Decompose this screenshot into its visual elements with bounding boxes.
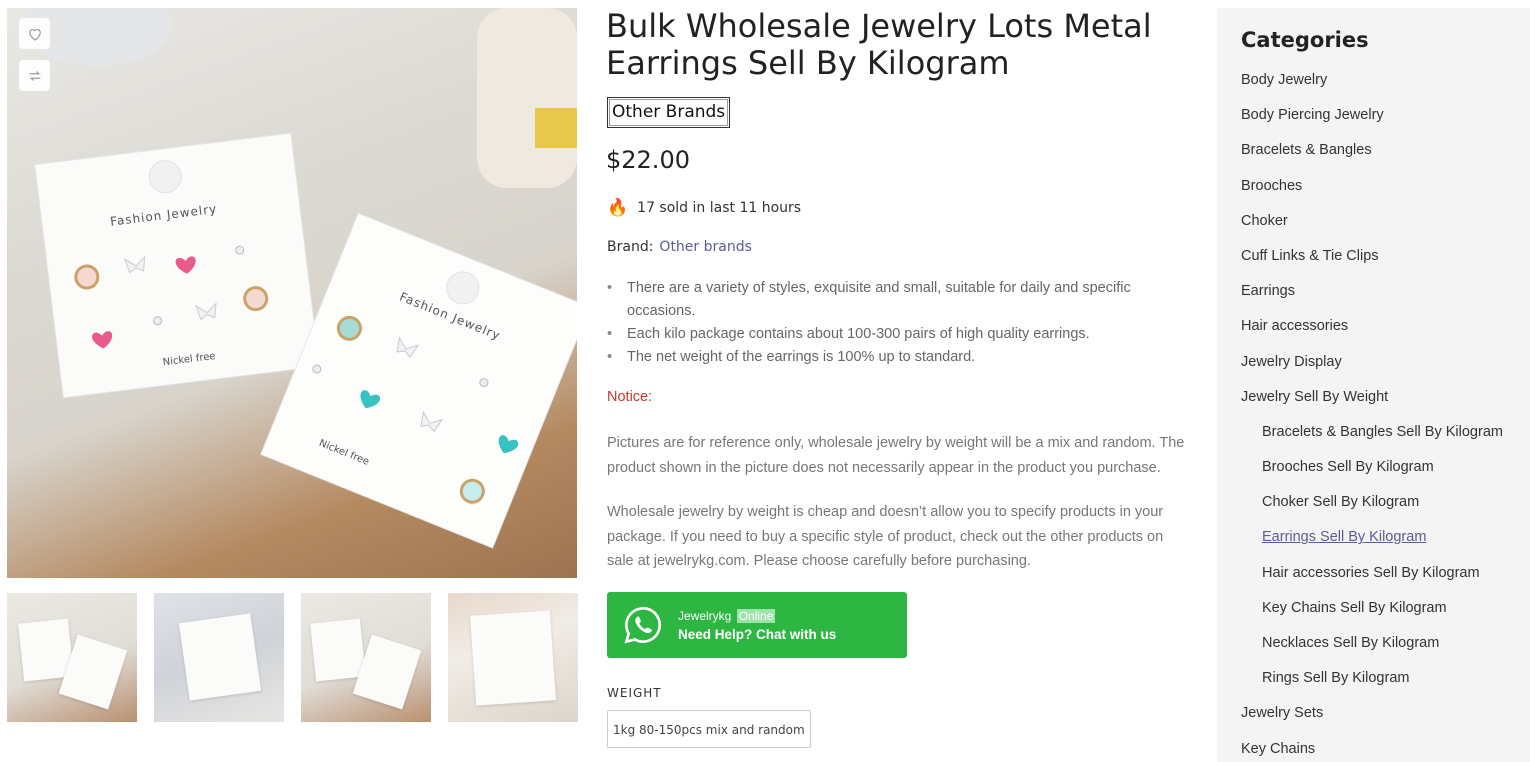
category-item[interactable]: Body Jewelry — [1241, 71, 1503, 106]
earring-cards-photo: Fashion Jewelry Nickel free Fashion Jewe… — [22, 8, 577, 549]
chat-cta-label: Need Help? Chat with us — [678, 626, 837, 642]
subcategory-item[interactable]: Key Chains Sell By Kilogram — [1241, 599, 1503, 634]
categories-title: Categories — [1241, 28, 1369, 52]
sold-counter: 🔥 17 sold in last 11 hours — [607, 198, 801, 218]
category-item[interactable]: Hair accessories — [1241, 317, 1503, 352]
thumbnail-1[interactable] — [7, 593, 137, 722]
category-label[interactable]: Jewelry Display — [1241, 354, 1342, 370]
subcategory-item[interactable]: Choker Sell By Kilogram — [1241, 493, 1503, 528]
brand-label: Brand: — [607, 239, 654, 255]
category-item[interactable]: Cuff Links & Tie Clips — [1241, 247, 1503, 282]
categories-sidebar: Categories Body Jewelry Body Piercing Je… — [1217, 8, 1530, 762]
category-label[interactable]: Bracelets & Bangles — [1241, 142, 1372, 158]
category-item[interactable]: Jewelry Sets — [1241, 704, 1503, 739]
category-item[interactable]: Body Piercing Jewelry — [1241, 106, 1503, 141]
thumbnail-3[interactable] — [301, 593, 431, 722]
category-label[interactable]: Key Chains Sell By Kilogram — [1262, 600, 1447, 616]
subcategory-item[interactable]: Rings Sell By Kilogram — [1241, 669, 1503, 704]
subcategory-item[interactable]: Bracelets & Bangles Sell By Kilogram — [1241, 423, 1503, 458]
category-label[interactable]: Brooches — [1241, 178, 1302, 194]
compare-icon — [29, 70, 40, 81]
brand-link[interactable]: Other brands — [659, 239, 751, 255]
notice-paragraph-1: Pictures are for reference only, wholesa… — [607, 435, 1185, 476]
category-label[interactable]: Hair accessories Sell By Kilogram — [1262, 565, 1480, 581]
feature-item: The net weight of the earrings is 100% u… — [607, 346, 1167, 369]
category-label[interactable]: Choker — [1241, 213, 1288, 229]
heart-icon — [28, 28, 41, 41]
category-item[interactable]: Jewelry Sell By Weight — [1241, 388, 1503, 423]
notice-paragraph-2: Wholesale jewelry by weight is cheap and… — [607, 504, 1164, 569]
category-item[interactable]: Choker — [1241, 212, 1503, 247]
subcategory-item[interactable]: Brooches Sell By Kilogram — [1241, 458, 1503, 493]
whatsapp-chat-button[interactable]: Jewelrykg Online Need Help? Chat with us — [607, 592, 907, 658]
product-price: $22.00 — [606, 146, 690, 174]
category-list: Body Jewelry Body Piercing Jewelry Brace… — [1241, 71, 1503, 762]
category-label[interactable]: Necklaces Sell By Kilogram — [1262, 635, 1439, 651]
subcategory-item[interactable]: Hair accessories Sell By Kilogram — [1241, 564, 1503, 599]
add-to-wishlist-button[interactable] — [19, 18, 50, 49]
category-label[interactable]: Cuff Links & Tie Clips — [1241, 248, 1379, 264]
category-label[interactable]: Earrings — [1241, 283, 1295, 299]
compare-button[interactable] — [19, 60, 50, 91]
notice-label: Notice: — [607, 389, 653, 405]
category-label[interactable]: Earrings Sell By Kilogram — [1262, 529, 1426, 545]
category-label[interactable]: Body Piercing Jewelry — [1241, 107, 1384, 123]
weight-label: WEIGHT — [607, 686, 662, 700]
category-item[interactable]: Jewelry Display — [1241, 353, 1503, 388]
thumbnail-strip — [7, 593, 578, 723]
category-label[interactable]: Rings Sell By Kilogram — [1262, 670, 1409, 686]
chat-agent-name: Jewelrykg — [678, 608, 732, 623]
feature-item: There are a variety of styles, exquisite… — [607, 277, 1167, 323]
category-label[interactable]: Jewelry Sets — [1241, 705, 1323, 721]
thumbnail-4[interactable] — [448, 593, 578, 722]
category-label[interactable]: Body Jewelry — [1241, 72, 1327, 88]
category-item[interactable]: Brooches — [1241, 177, 1503, 212]
weight-option-button[interactable]: 1kg 80-150pcs mix and random — [607, 710, 811, 748]
whatsapp-icon — [624, 607, 662, 644]
main-product-image[interactable]: Fashion Jewelry Nickel free Fashion Jewe… — [7, 8, 577, 578]
subcategory-item[interactable]: Necklaces Sell By Kilogram — [1241, 634, 1503, 669]
category-label[interactable]: Brooches Sell By Kilogram — [1262, 459, 1434, 475]
category-label[interactable]: Key Chains — [1241, 741, 1315, 757]
product-title: Bulk Wholesale Jewelry Lots Metal Earrin… — [606, 7, 1152, 82]
category-item[interactable]: Earrings — [1241, 282, 1503, 317]
brand-badge[interactable]: Other Brands — [607, 97, 731, 128]
brand-line: Brand: Other brands — [607, 239, 752, 255]
sold-text: 17 sold in last 11 hours — [637, 200, 802, 216]
category-label[interactable]: Jewelry Sell By Weight — [1241, 389, 1388, 405]
thumbnail-2[interactable] — [154, 593, 284, 722]
product-features: There are a variety of styles, exquisite… — [607, 277, 1167, 369]
feature-item: Each kilo package contains about 100-300… — [607, 323, 1167, 346]
subcategory-item-active[interactable]: Earrings Sell By Kilogram — [1241, 528, 1503, 563]
category-item[interactable]: Bracelets & Bangles — [1241, 141, 1503, 176]
category-label[interactable]: Choker Sell By Kilogram — [1262, 494, 1419, 510]
category-item[interactable]: Key Chains — [1241, 740, 1503, 762]
category-label[interactable]: Bracelets & Bangles Sell By Kilogram — [1262, 424, 1503, 440]
fire-icon: 🔥 — [607, 198, 629, 218]
online-status-badge: Online — [736, 608, 776, 623]
category-label[interactable]: Hair accessories — [1241, 318, 1348, 334]
